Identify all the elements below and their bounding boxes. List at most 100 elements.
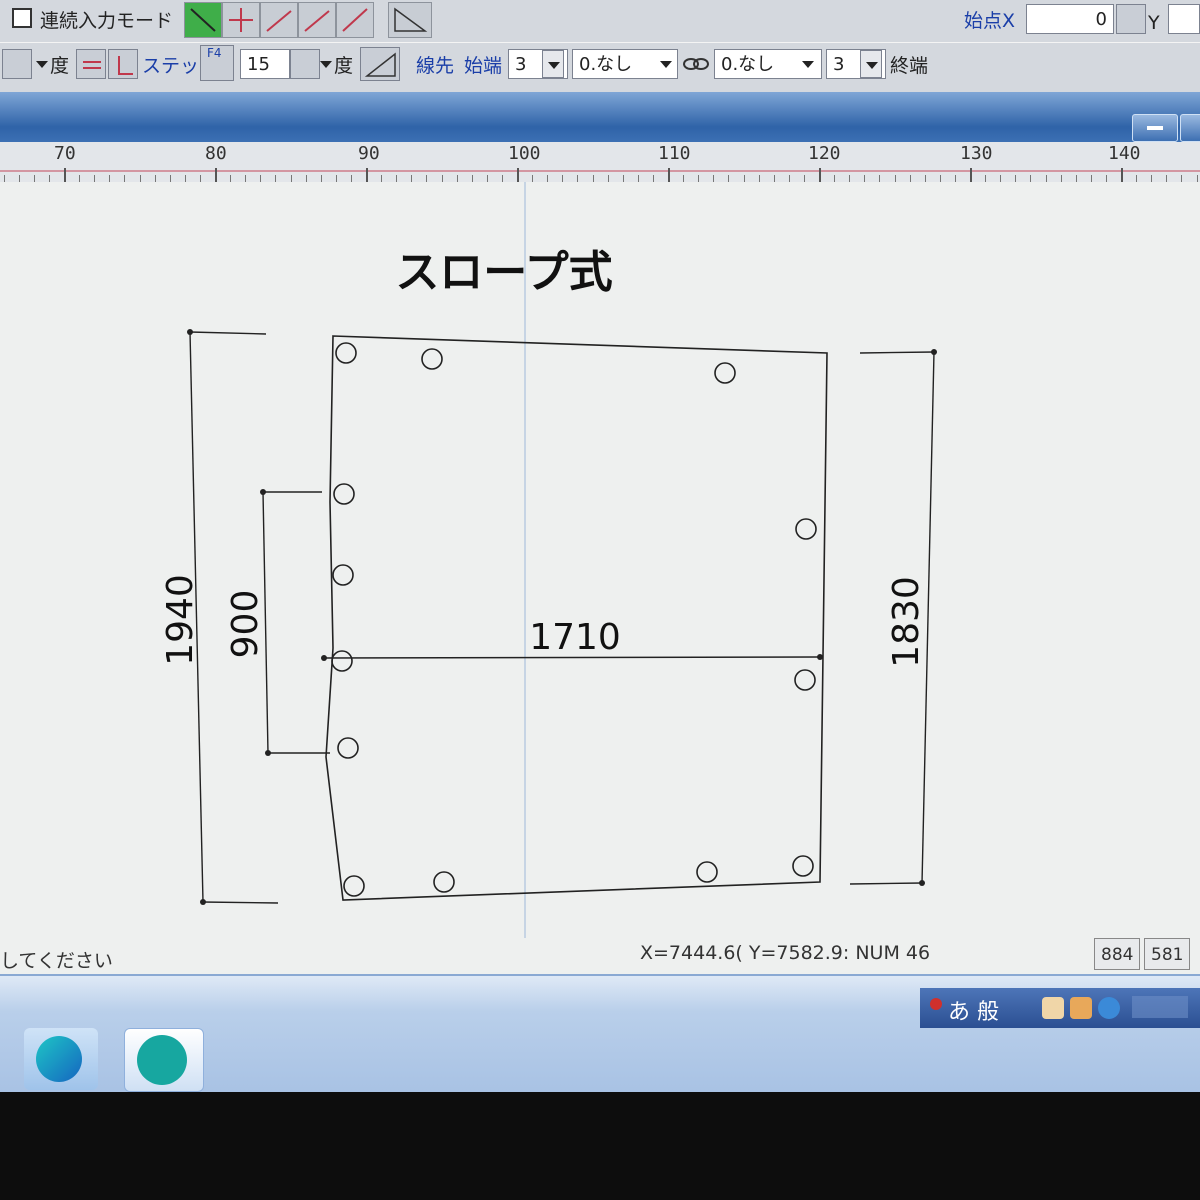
ruler-label: 140: [1108, 143, 1141, 164]
ime-mode-label[interactable]: あ 般: [948, 994, 999, 1026]
cross-icon: [229, 8, 253, 32]
chevron-down-icon[interactable]: [320, 61, 332, 68]
drawing-title: スロープ式: [395, 247, 612, 298]
cad-app-button[interactable]: [124, 1028, 204, 1092]
dictionary-icon[interactable]: [1070, 997, 1092, 1019]
ruler-minor-tick: [471, 175, 473, 182]
ruler-minor-tick: [109, 175, 111, 182]
ruler-minor-tick: [788, 175, 790, 182]
ruler-minor-tick: [501, 175, 503, 182]
ruler-label: 110: [658, 143, 691, 164]
ruler-minor-tick: [728, 175, 730, 182]
link-icon[interactable]: [682, 53, 710, 75]
ruler-minor-tick: [879, 175, 881, 182]
monitor-icon[interactable]: [2, 49, 32, 79]
ruler-minor-tick: [335, 175, 337, 182]
edge-icon: [36, 1036, 82, 1082]
horizontal-line-icon[interactable]: [76, 49, 106, 79]
toolbar-row-1: 連続入力モード 始点X 0 Y: [0, 0, 1200, 40]
ruler-minor-tick: [547, 175, 549, 182]
ruler-minor-tick: [713, 175, 715, 182]
ruler-minor-tick: [456, 175, 458, 182]
toolbar: 連続入力モード 始点X 0 Y 度 ステップ F4 15 度 線先 始端 3 0…: [0, 0, 1200, 93]
continuous-input-label: 連続入力モード: [40, 10, 174, 32]
ruler-minor-tick: [441, 175, 443, 182]
degree-label-2: 度: [334, 55, 354, 77]
ruler-minor-tick: [803, 175, 805, 182]
chevron-down-icon[interactable]: [860, 50, 882, 78]
chevron-down-icon[interactable]: [660, 61, 672, 68]
hole: [335, 342, 357, 364]
cad-drawing[interactable]: スロープ式 1940 900 1710 1830: [0, 182, 1200, 938]
start-point-x-field[interactable]: 0: [1026, 4, 1114, 34]
ruler-minor-tick: [1166, 175, 1168, 182]
ruler-minor-tick: [426, 175, 428, 182]
ruler-minor-tick: [954, 175, 956, 182]
angle-tool-2-button[interactable]: [298, 2, 336, 38]
ime-pad-icon[interactable]: [1042, 997, 1064, 1019]
ruler-label: 70: [54, 143, 76, 164]
ruler-minor-tick: [773, 175, 775, 182]
calculator-icon[interactable]: [1116, 4, 1146, 34]
continuous-input-checkbox[interactable]: [12, 8, 32, 28]
minimize-button[interactable]: [1132, 114, 1178, 142]
ruler-major-tick: [366, 168, 368, 182]
dim-left-height-label: 1940: [160, 574, 201, 666]
taskbar: あ 般: [0, 974, 1200, 1094]
ruler-minor-tick: [1196, 175, 1198, 182]
ruler-major-tick: [1121, 168, 1123, 182]
angle-tool-1-button[interactable]: [260, 2, 298, 38]
dimension-width: 1710: [321, 617, 823, 661]
degree-label: 度: [50, 55, 70, 77]
ruler-major-tick: [819, 168, 821, 182]
hole: [337, 737, 359, 759]
ruler-minor-tick: [350, 175, 352, 182]
triangle-tool-button[interactable]: [388, 2, 432, 38]
status-bar: してください X=7444.6( Y=7582.9: NUM 46 884 58…: [0, 938, 1200, 974]
ruler-minor-tick: [1045, 175, 1047, 182]
ruler-minor-tick: [230, 175, 232, 182]
help-icon[interactable]: [1098, 997, 1120, 1019]
chevron-down-icon[interactable]: [802, 61, 814, 68]
record-icon[interactable]: [930, 998, 942, 1010]
window-title-bar: [0, 92, 1200, 142]
maximize-button[interactable]: [1180, 114, 1200, 142]
ruler-minor-tick: [411, 175, 413, 182]
line-tool-button[interactable]: [184, 2, 222, 38]
ruler-minor-tick: [48, 175, 50, 182]
monitor-icon[interactable]: [290, 49, 320, 79]
ruler-minor-tick: [396, 175, 398, 182]
chevron-down-icon[interactable]: [36, 61, 48, 68]
print-icon[interactable]: F4: [200, 45, 234, 81]
ruler-minor-tick: [637, 175, 639, 182]
status-prompt: してください: [0, 950, 113, 972]
angle-tool-3-button[interactable]: [336, 2, 374, 38]
drawing-canvas[interactable]: スロープ式 1940 900 1710 1830: [0, 182, 1200, 972]
edge-button[interactable]: [24, 1028, 98, 1090]
ruler-minor-tick: [486, 175, 488, 182]
ruler-major-tick: [64, 168, 66, 182]
ruler-minor-tick: [1030, 175, 1032, 182]
ruler-minor-tick: [909, 175, 911, 182]
ruler-minor-tick: [79, 175, 81, 182]
ruler-minor-tick: [139, 175, 141, 182]
start-point-y-field[interactable]: [1168, 4, 1200, 34]
hole: [795, 518, 817, 540]
right-angle-icon[interactable]: [108, 49, 138, 79]
hole: [331, 650, 353, 672]
set-square-icon[interactable]: [360, 47, 400, 81]
ruler-minor-tick: [169, 175, 171, 182]
status-box-1: 884: [1094, 938, 1140, 970]
step-value-field[interactable]: 15: [240, 49, 290, 79]
ruler-minor-tick: [199, 175, 201, 182]
hole: [343, 875, 365, 897]
cross-tool-button[interactable]: [222, 2, 260, 38]
line-tip-label: 線先: [416, 55, 455, 77]
ruler-minor-tick: [1136, 175, 1138, 182]
hole: [714, 362, 736, 384]
ime-language-bar: あ 般: [920, 988, 1200, 1028]
dim-right-height-label: 1830: [886, 576, 927, 668]
chevron-down-icon[interactable]: [542, 50, 564, 78]
ruler-major-tick: [970, 168, 972, 182]
ruler-minor-tick: [758, 175, 760, 182]
